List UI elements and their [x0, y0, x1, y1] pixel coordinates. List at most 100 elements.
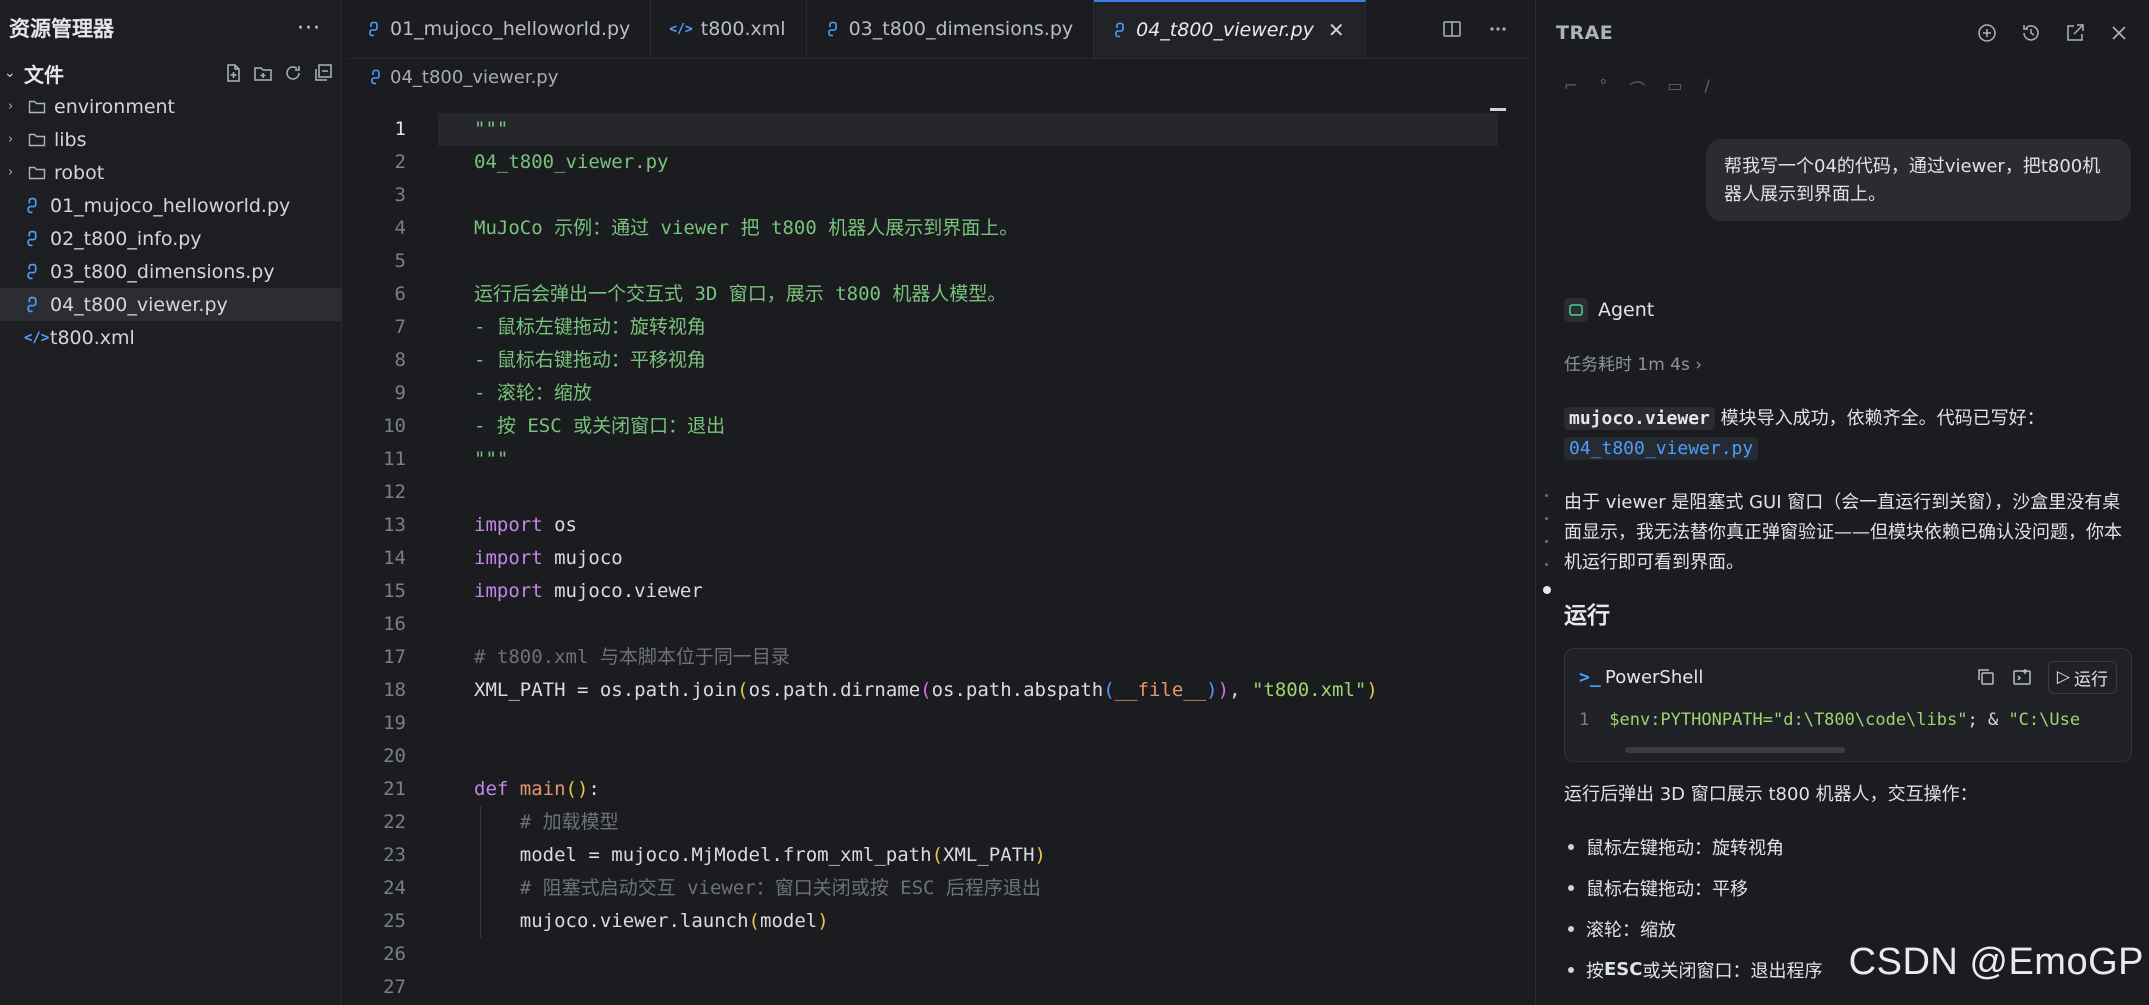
code-line[interactable]: 17 # t800.xml 与本脚本位于同一目录 — [348, 641, 1528, 674]
code-token: 04_t800_viewer.py — [474, 151, 669, 173]
close-icon[interactable] — [2108, 22, 2130, 44]
insert-terminal-icon[interactable] — [2012, 667, 2032, 687]
code-token: , — [1229, 679, 1252, 701]
shell-cmd-part2: ; & — [1967, 710, 2009, 730]
python-icon — [24, 230, 50, 247]
editor-tab[interactable]: 03_t800_dimensions.py — [807, 0, 1095, 58]
editor-tab[interactable]: </> t800.xml — [651, 0, 807, 58]
code-line[interactable]: 23 model = mujoco.MjModel.from_xml_path(… — [348, 839, 1528, 872]
code-token: ( — [748, 910, 760, 932]
code-line[interactable]: 22 # 加载模型 — [348, 806, 1528, 839]
line-content: # 阻塞式启动交互 viewer：窗口关闭或按 ESC 后程序退出 — [438, 872, 1498, 905]
editor-tab[interactable]: 01_mujoco_helloworld.py — [348, 0, 652, 58]
code-line[interactable]: 25 mujoco.viewer.launch(model) — [348, 905, 1528, 938]
close-icon[interactable]: ✕ — [1328, 18, 1345, 42]
collapse-all-icon[interactable] — [313, 63, 333, 83]
code-line[interactable]: 12 — [348, 476, 1528, 509]
tree-folder[interactable]: › libs — [0, 123, 341, 156]
scroll-position-marker[interactable] — [1490, 108, 1506, 111]
code-line[interactable]: 9 - 滚轮：缩放 — [348, 377, 1528, 410]
code-token: MuJoCo 示例：通过 viewer 把 t800 机器人展示到界面上。 — [474, 217, 1019, 239]
play-icon: ▷ — [2056, 667, 2070, 687]
tree-folder[interactable]: › environment — [0, 90, 341, 123]
line-content: """ — [438, 113, 1498, 146]
code-line[interactable]: 1 """ — [348, 113, 1528, 146]
line-number: 8 — [394, 349, 406, 371]
code-line[interactable]: 13 import os — [348, 509, 1528, 542]
more-icon[interactable]: ··· — [297, 16, 321, 41]
indent-guide — [480, 839, 481, 872]
file-link[interactable]: 04_t800_viewer.py — [1564, 437, 1759, 460]
new-folder-icon[interactable] — [253, 63, 273, 83]
split-editor-icon[interactable] — [1442, 19, 1462, 39]
code-line[interactable]: 2 04_t800_viewer.py — [348, 146, 1528, 179]
run-button[interactable]: ▷ 运行 — [2047, 660, 2117, 694]
tree-folder[interactable]: › robot — [0, 156, 341, 189]
tree-item-label: 02_t800_info.py — [50, 227, 202, 250]
code-line[interactable]: 27 — [348, 971, 1528, 1004]
code-line[interactable]: 6 运行后会弹出一个交互式 3D 窗口，展示 t800 机器人模型。 — [348, 278, 1528, 311]
code-token: - 鼠标左键拖动：旋转视角 — [474, 316, 706, 338]
python-icon — [24, 296, 50, 313]
line-content: MuJoCo 示例：通过 viewer 把 t800 机器人展示到界面上。 — [438, 212, 1498, 245]
new-chat-icon[interactable] — [1976, 22, 1998, 44]
breadcrumb[interactable]: 04_t800_viewer.py — [348, 59, 1528, 95]
code-line[interactable]: 7 - 鼠标左键拖动：旋转视角 — [348, 311, 1528, 344]
code-token: import — [474, 580, 543, 602]
history-icon[interactable] — [2020, 22, 2042, 44]
code-line[interactable]: 21 def main(): — [348, 773, 1528, 806]
code-line[interactable]: 11 """ — [348, 443, 1528, 476]
tree-file[interactable]: </> t800.xml — [0, 321, 341, 354]
code-token: mujoco — [542, 547, 623, 569]
line-content: """ — [438, 443, 1498, 476]
line-number: 27 — [383, 976, 406, 998]
line-content: def main(): — [438, 773, 1498, 806]
code-token: os.path.dirname — [748, 679, 921, 701]
refresh-icon[interactable] — [283, 63, 303, 83]
code-token: XML_PATH — [943, 844, 1035, 866]
line-content: mujoco.viewer.launch(model) — [438, 905, 1498, 938]
code-token: ) — [817, 910, 829, 932]
more-actions-icon[interactable] — [1488, 19, 1508, 39]
code-line[interactable]: 19 — [348, 707, 1528, 740]
task-elapsed[interactable]: 任务耗时 1m 4s › — [1564, 350, 1702, 375]
copy-icon[interactable] — [1976, 667, 1996, 687]
files-section-header[interactable]: ⌄ 文件 — [0, 56, 341, 90]
code-line[interactable]: 20 — [348, 740, 1528, 773]
shell-line-number: 1 — [1579, 710, 1590, 730]
code-line[interactable]: 14 import mujoco — [348, 542, 1528, 575]
code-line[interactable]: 15 import mujoco.viewer — [348, 575, 1528, 608]
code-line[interactable]: 8 - 鼠标右键拖动：平移视角 — [348, 344, 1528, 377]
shell-scrollbar[interactable] — [1625, 747, 1845, 753]
open-external-icon[interactable] — [2064, 22, 2086, 44]
line-number: 22 — [383, 811, 406, 833]
editor-tab[interactable]: 04_t800_viewer.py ✕ — [1094, 0, 1366, 58]
code-line[interactable]: 10 - 按 ESC 或关闭窗口：退出 — [348, 410, 1528, 443]
code-line[interactable]: 24 # 阻塞式启动交互 viewer：窗口关闭或按 ESC 后程序退出 — [348, 872, 1528, 905]
line-content — [438, 707, 1498, 740]
tree-file[interactable]: 02_t800_info.py — [0, 222, 341, 255]
line-content — [438, 971, 1498, 1004]
user-message: 帮我写一个04的代码，通过viewer，把t800机器人展示到界面上。 — [1706, 139, 2131, 221]
code-line[interactable]: 3 — [348, 179, 1528, 212]
code-line[interactable]: 16 — [348, 608, 1528, 641]
new-file-icon[interactable] — [223, 63, 243, 83]
tree-file[interactable]: 04_t800_viewer.py — [0, 288, 341, 321]
code-line[interactable]: 18 XML_PATH = os.path.join(os.path.dirnam… — [348, 674, 1528, 707]
code-area[interactable]: 1 """ 2 04_t800_viewer.py 3 4 MuJoCo 示例：通过 vie… — [348, 113, 1528, 1005]
code-line[interactable]: 26 — [348, 938, 1528, 971]
code-line[interactable]: 5 — [348, 245, 1528, 278]
xml-icon: </> — [669, 21, 693, 37]
list-item-text: 滚轮：缩放 — [1586, 919, 1676, 941]
line-content — [438, 608, 1498, 641]
code-token: model — [760, 910, 818, 932]
breadcrumb-file[interactable]: 04_t800_viewer.py — [390, 67, 558, 88]
tree-file[interactable]: 01_mujoco_helloworld.py — [0, 189, 341, 222]
code-line[interactable]: 4 MuJoCo 示例：通过 viewer 把 t800 机器人展示到界面上。 — [348, 212, 1528, 245]
list-item: 按 ESC 或关闭窗口：退出程序 — [1564, 949, 1822, 990]
shell-command[interactable]: 1 $env:PYTHONPATH="d:\T800\code\libs"; & … — [1565, 705, 2131, 735]
tree-file[interactable]: 03_t800_dimensions.py — [0, 255, 341, 288]
terminal-icon: >_ — [1579, 666, 1601, 688]
tree-item-label: 01_mujoco_helloworld.py — [50, 194, 291, 217]
code-token: import — [474, 514, 543, 536]
